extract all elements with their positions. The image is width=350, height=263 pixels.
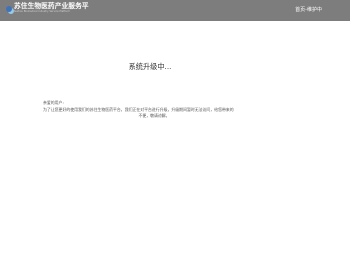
- home-link[interactable]: 首页: [295, 6, 305, 14]
- site-logo[interactable]: 苏住生物医药产业服务平 Suzhou Biomedical Industry S…: [6, 3, 89, 18]
- maintenance-notice: 亲爱的用户: 为了让您更好的使用我们的苏住生物医药平台，我们正在对平台进行升级，…: [43, 100, 265, 120]
- logo-mark-icon: [6, 6, 12, 12]
- current-page-label: 维护中: [306, 7, 322, 13]
- system-upgrade-message: 系统升级中...: [128, 62, 172, 71]
- logo-text: 苏住生物医药产业服务平 Suzhou Biomedical Industry S…: [14, 3, 89, 13]
- notice-line-2: 不便，敬请谅解。: [138, 113, 170, 118]
- logo-title: 苏住生物医药产业服务平: [14, 2, 89, 10]
- breadcrumb: 首页 - 维护中: [295, 6, 322, 14]
- top-header-bar: 苏住生物医药产业服务平 Suzhou Biomedical Industry S…: [0, 0, 350, 21]
- logo-subtitle: Suzhou Biomedical Industry Service Platf…: [14, 9, 70, 13]
